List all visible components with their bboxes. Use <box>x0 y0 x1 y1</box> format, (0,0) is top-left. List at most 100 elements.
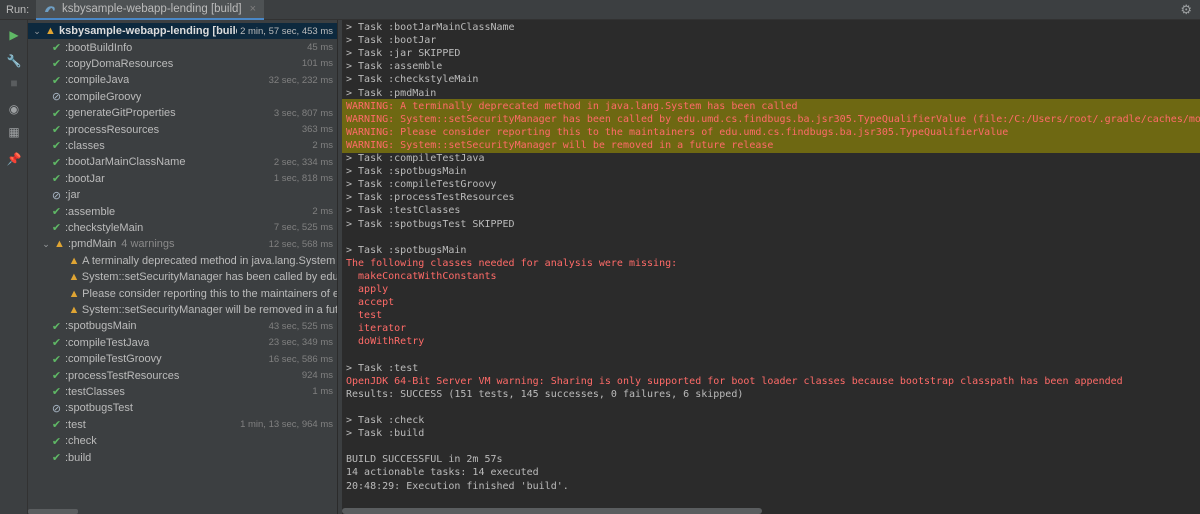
task-duration: 1 min, 13 sec, 964 ms <box>240 419 333 431</box>
tree-node-label: :compileTestGroovy <box>65 353 162 366</box>
wrench-icon[interactable]: 🔧 <box>6 53 22 69</box>
console-line: test <box>346 310 383 322</box>
tree-node[interactable]: ✔:compileTestJava 23 sec, 349 ms <box>28 335 337 351</box>
tree-node[interactable]: ✔:check <box>28 433 337 449</box>
warning-icon: ▲ <box>68 254 80 267</box>
check-icon: ✔ <box>51 74 62 87</box>
tree-node[interactable]: ✔:testClasses 1 ms <box>28 384 337 400</box>
task-duration: 12 sec, 568 ms <box>268 238 333 250</box>
tree-node-label: :jar <box>65 189 81 202</box>
tree-node[interactable]: ✔:copyDomaResources 101 ms <box>28 56 337 72</box>
console-line: OpenJDK 64-Bit Server VM warning: Sharin… <box>346 375 1123 387</box>
chevron-down-icon[interactable]: ⌄ <box>41 239 51 250</box>
tree-node[interactable]: ⊘:compileGroovy <box>28 89 337 105</box>
tree-node[interactable]: ✔:assemble 2 ms <box>28 203 337 219</box>
tree-node-label: :spotbugsMain <box>65 320 137 333</box>
tree-node-label: :bootBuildInfo <box>65 41 133 54</box>
console-line: 20:48:29: Execution finished 'build'. <box>346 480 569 492</box>
tree-node[interactable]: ✔:checkstyleMain 7 sec, 525 ms <box>28 220 337 236</box>
task-duration: 1 ms <box>312 386 333 398</box>
console-line: > Task :assemble <box>346 61 443 73</box>
tree-node[interactable]: ✔:build <box>28 449 337 465</box>
warning-icon: ▲ <box>68 271 80 284</box>
close-icon[interactable]: × <box>250 3 256 15</box>
tree-node[interactable]: ✔:classes 2 ms <box>28 138 337 154</box>
rerun-icon[interactable]: ▶ <box>6 27 22 43</box>
check-icon: ✔ <box>51 320 62 333</box>
console-line: > Task :bootJarMainClassName <box>346 22 515 33</box>
task-duration: 2 min, 57 sec, 453 ms <box>237 25 333 37</box>
check-icon: ✔ <box>51 353 62 366</box>
tree-node[interactable]: ⌄▲ksbysample-webapp-lending [build]:succ… <box>28 23 337 40</box>
tree-node[interactable]: ▲ A terminally deprecated method in java.… <box>28 253 337 269</box>
task-duration: 924 ms <box>301 370 333 382</box>
task-duration: 16 sec, 586 ms <box>268 353 333 365</box>
tree-node[interactable]: ✔:bootBuildInfo 45 ms <box>28 39 337 55</box>
tree-node-label: :testClasses <box>65 385 125 398</box>
tree-node-label: :generateGitProperties <box>65 107 176 120</box>
check-icon: ✔ <box>51 370 62 383</box>
layout-icon[interactable]: ▦ <box>6 124 22 140</box>
console-line: accept <box>346 297 395 309</box>
tree-node[interactable]: ✔:processResources 363 ms <box>28 121 337 137</box>
tree-node[interactable]: ✔:test 1 min, 13 sec, 964 ms <box>28 417 337 433</box>
run-tab-label: ksbysample-webapp-lending [build] <box>62 2 242 15</box>
check-icon: ✔ <box>51 156 62 169</box>
tree-node[interactable]: ▲ Please consider reporting this to the m… <box>28 285 337 301</box>
tree-node-label: Please consider reporting this to the ma… <box>82 287 337 300</box>
check-icon: ✔ <box>51 173 62 186</box>
check-icon: ✔ <box>51 222 62 235</box>
tree-node-label: :compileGroovy <box>65 90 142 103</box>
tree-node-label: :build <box>65 451 92 464</box>
tree-horizontal-scrollbar[interactable] <box>28 509 78 514</box>
gear-icon[interactable]: ⚙ <box>1180 2 1192 18</box>
console-line: Results: SUCCESS (151 tests, 145 success… <box>346 388 744 400</box>
run-label: Run: <box>6 3 30 16</box>
tree-node-label: System::setSecurityManager will be remov… <box>81 303 337 316</box>
chevron-down-icon[interactable]: ⌄ <box>32 26 42 37</box>
console-horizontal-scrollbar[interactable] <box>342 508 762 514</box>
console-line: > Task :spotbugsMain <box>346 166 467 178</box>
stop-icon[interactable]: ■ <box>6 75 22 91</box>
tree-node-suffix: 4 warnings <box>121 238 175 251</box>
tree-node[interactable]: ✔:bootJar 1 sec, 818 ms <box>28 171 337 187</box>
console-line: > Task :compileTestJava <box>346 153 485 164</box>
task-duration: 7 sec, 525 ms <box>273 222 333 234</box>
console-line: apply <box>346 284 389 295</box>
tree-node[interactable]: ✔:compileJava 32 sec, 232 ms <box>28 72 337 88</box>
tree-node-label: A terminally deprecated method in java.l… <box>82 254 337 267</box>
tree-node[interactable]: ▲ System::setSecurityManager will be remo… <box>28 302 338 318</box>
console-line: > Task :bootJar <box>346 35 437 47</box>
console-line: > Task :check <box>346 415 425 426</box>
task-duration: 43 sec, 525 ms <box>268 320 333 332</box>
tree-node-label: :test <box>65 418 86 431</box>
tree-node[interactable]: ✔:bootJarMainClassName 2 sec, 334 ms <box>28 154 337 170</box>
console-line: > Task :test <box>346 362 419 374</box>
pin-icon[interactable]: 📌 <box>6 151 22 167</box>
tree-node[interactable]: ⊘:jar <box>28 187 337 203</box>
tree-node[interactable]: ✔:generateGitProperties 3 sec, 807 ms <box>28 105 337 121</box>
console-line: iterator <box>346 323 407 335</box>
console-line: > Task :processTestResources <box>346 192 515 204</box>
console-line: > Task :spotbugsMain <box>346 244 467 256</box>
console-output[interactable]: > Task :bootJarMainClassName > Task :boot… <box>342 20 1200 514</box>
check-icon: ✔ <box>51 42 62 55</box>
check-icon: ✔ <box>51 124 62 137</box>
check-icon: ✔ <box>51 140 62 153</box>
tree-node[interactable]: ▲ System::setSecurityManager has been cal… <box>28 269 337 285</box>
tree-node-label: ksbysample-webapp-lending [build]: <box>59 25 250 38</box>
run-tab-build[interactable]: ksbysample-webapp-lending [build] × <box>36 0 265 20</box>
check-icon: ✔ <box>51 206 62 219</box>
task-duration: 45 ms <box>307 42 333 54</box>
tree-node[interactable]: ✔:processTestResources 924 ms <box>28 367 337 383</box>
console-line: > Task :compileTestGroovy <box>346 179 497 191</box>
warning-icon: ▲ <box>68 287 80 300</box>
tree-node[interactable]: ⌄ ▲:pmdMain 4 warnings 12 sec, 568 ms <box>28 236 337 252</box>
check-icon: ✔ <box>51 58 62 71</box>
console-line: WARNING: System::setSecurityManager has … <box>346 113 1200 125</box>
tree-node[interactable]: ⊘:spotbugsTest <box>28 400 337 416</box>
tree-node[interactable]: ✔:spotbugsMain 43 sec, 525 ms <box>28 318 337 334</box>
warning-icon: ▲ <box>68 303 80 316</box>
eye-icon[interactable]: ◉ <box>6 101 22 117</box>
tree-node[interactable]: ✔:compileTestGroovy 16 sec, 586 ms <box>28 351 337 367</box>
